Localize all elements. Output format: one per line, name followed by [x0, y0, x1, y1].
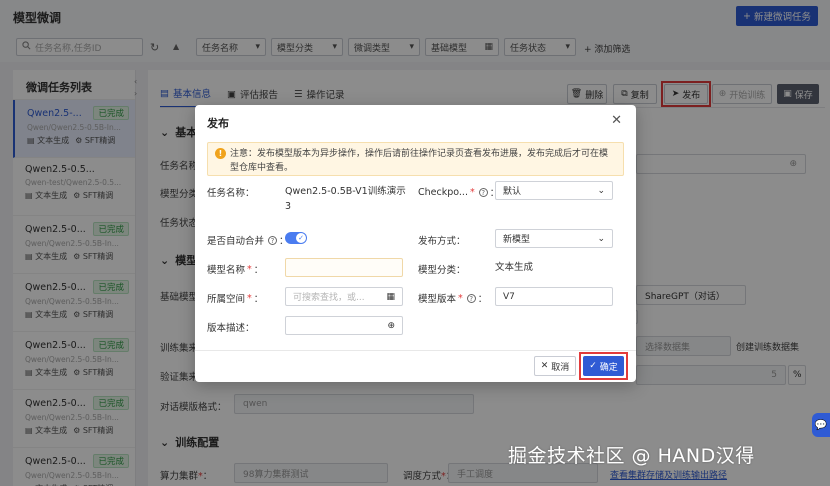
model-category-label: 模型分类： — [418, 265, 466, 276]
globe-icon: ⊕ — [387, 320, 395, 331]
check-icon: ✓ — [589, 361, 597, 371]
space-label-text: 所属空间 — [207, 294, 246, 305]
dialog-title: 发布 — [207, 117, 229, 130]
model-name-label: 模型名称 *： — [207, 263, 264, 277]
watermark: 掘金技术社区 @ HAND汉得 — [508, 445, 755, 467]
checkpoint-select[interactable]: 默认 ⌄ — [495, 181, 613, 200]
task-name-label: 任务名称： — [207, 188, 255, 199]
help-icon: ? — [466, 293, 476, 303]
cancel-button[interactable]: ✕ 取消 — [534, 356, 576, 376]
model-version-value: V7 — [503, 291, 515, 302]
publish-method-select[interactable]: 新模型 ⌄ — [495, 229, 613, 248]
close-icon: ✕ — [540, 361, 549, 371]
confirm-button[interactable]: ✓ 确定 — [583, 356, 624, 376]
dialog-footer-divider — [195, 350, 636, 351]
model-version-label-text: 模型版本 — [418, 294, 457, 305]
help-icon: ? — [478, 187, 488, 197]
publish-notice: ! 注意：发布模型版本为异步操作，操作后请前往操作记录页查看发布进展，发布完成后… — [207, 142, 624, 176]
cancel-label: 取消 — [551, 362, 570, 373]
version-desc-input[interactable]: ⊕ — [285, 316, 403, 335]
model-version-label: 模型版本 *?： — [418, 292, 488, 306]
auto-merge-label: 是否自动合并?： — [207, 233, 289, 247]
auto-merge-toggle[interactable]: ✓ — [285, 232, 307, 244]
model-version-input[interactable]: V7 — [495, 287, 613, 306]
auto-merge-label-text: 是否自动合并 — [207, 236, 265, 247]
model-name-label-text: 模型名称 — [207, 265, 246, 276]
confirm-label: 确定 — [599, 362, 618, 373]
model-category-value: 文本生成 — [495, 262, 534, 273]
version-desc-label: 版本描述： — [207, 323, 255, 334]
publish-method-value: 新模型 — [503, 235, 531, 245]
task-name-value: Qwen2.5-0.5B-V1训练演示3 — [285, 186, 406, 212]
help-icon: ? — [268, 235, 278, 245]
chevron-down-icon: ⌄ — [597, 233, 605, 244]
chevron-down-icon: ⌄ — [597, 185, 605, 196]
publish-dialog: 发布 ✕ ! 注意：发布模型版本为异步操作，操作后请前往操作记录页查看发布进展，… — [195, 105, 636, 382]
grid-icon: ▦ — [386, 291, 395, 302]
checkpoint-value: 默认 — [503, 187, 522, 197]
space-select[interactable]: 可搜索查找，或... ▦ — [285, 287, 403, 306]
warning-icon: ! — [215, 148, 226, 159]
chat-help-icon[interactable]: 💬 — [812, 413, 830, 437]
check-icon: ✓ — [296, 233, 306, 243]
space-placeholder: 可搜索查找，或... — [293, 293, 365, 303]
close-icon[interactable]: ✕ — [611, 113, 622, 128]
space-label: 所属空间 *： — [207, 292, 264, 306]
publish-method-label: 发布方式： — [418, 236, 466, 247]
checkpoint-label: Checkpo...*?： — [418, 185, 499, 200]
checkpoint-label-text: Checkpo... — [418, 186, 468, 198]
publish-notice-text: 注意：发布模型版本为异步操作，操作后请前往操作记录页查看发布进展，发布完成后才可… — [230, 149, 609, 173]
model-name-input[interactable] — [285, 258, 403, 277]
